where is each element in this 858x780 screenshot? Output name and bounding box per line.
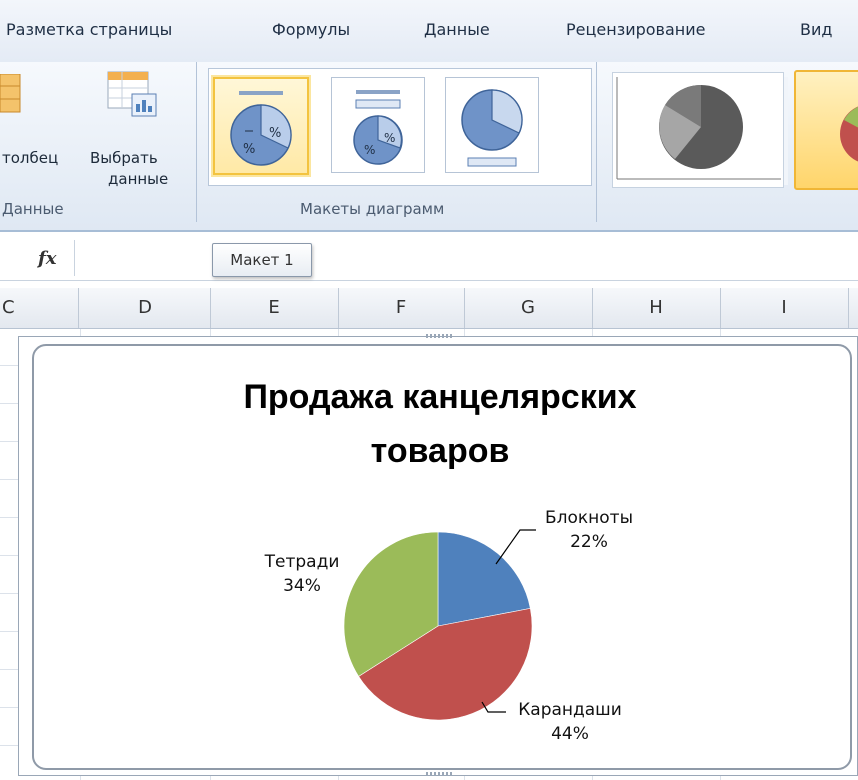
data-label-tetradi-name: Тетради	[264, 552, 340, 572]
data-label-notebooks-percent: 22%	[570, 532, 608, 552]
data-label-pencils-percent: 44%	[551, 724, 589, 744]
data-label-tetradi-percent: 34%	[283, 576, 321, 596]
data-label-notebooks-tetradi[interactable]: Тетради 34%	[244, 550, 360, 598]
data-label-notebooks-name: Блокноты	[544, 508, 634, 528]
data-label-pencils-name: Карандаши	[518, 700, 622, 720]
data-label-pencils[interactable]: Карандаши 44%	[500, 698, 640, 746]
pie-chart[interactable]	[0, 0, 858, 780]
data-label-notebooks[interactable]: Блокноты 22%	[530, 506, 648, 554]
